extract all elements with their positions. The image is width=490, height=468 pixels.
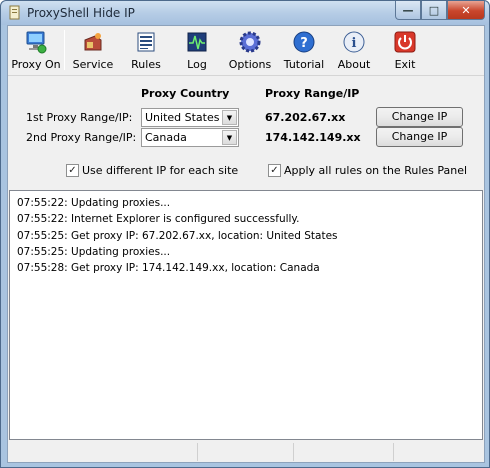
log-line: 07:55:22: Internet Explorer is configure… [17,213,300,226]
tutorial-button[interactable]: ? Tutorial [282,29,326,73]
toolbar-label: Proxy On [11,58,61,71]
window-title: ProxyShell Hide IP [27,6,135,20]
log-line: 07:55:28: Get proxy IP: 174.142.149.xx, … [17,262,320,275]
close-button[interactable]: ✕ [447,1,485,20]
computer-network-icon [26,31,47,54]
toolbar-label: Exit [394,58,416,71]
checkbox-box[interactable]: ✓ [66,164,79,177]
about-button[interactable]: i About [334,29,374,73]
toolbar-label: Log [187,58,207,71]
toolbar-label: Rules [131,58,161,71]
toolbar-label: Options [228,58,272,71]
rules-button[interactable]: Rules [126,29,166,73]
gear-icon [239,31,261,53]
different-ip-checkbox[interactable]: ✓ Use different IP for each site [66,164,238,177]
change-ip-button[interactable]: Change IP [376,127,463,147]
row-label: 1st Proxy Range/IP: [26,111,133,124]
toolbar-label: About [337,58,371,71]
log-icon [187,32,207,52]
country-select-value: United States [145,111,220,124]
status-segment [394,443,482,461]
options-button[interactable]: Options [228,29,272,73]
svg-text:?: ? [300,36,308,51]
log-line: 07:55:22: Updating proxies... [17,197,171,209]
log-line: 07:55:25: Get proxy IP: 67.202.67.xx, lo… [17,229,338,242]
rules-icon [137,32,155,52]
client-area: Proxy On Service Rules Log Options ? Tut… [7,25,485,463]
proxy-range-header: Proxy Range/IP [265,87,360,100]
exit-button[interactable]: Exit [388,29,422,73]
apply-rules-checkbox[interactable]: ✓ Apply all rules on the Rules Panel [268,164,467,177]
info-icon: i [343,31,365,53]
row-label: 2nd Proxy Range/IP: [26,131,137,144]
proxy-ip-value: 67.202.67.xx [265,111,346,124]
service-button[interactable]: Service [70,29,116,73]
maximize-button[interactable]: □ [421,1,447,20]
minimize-button[interactable]: — [395,1,421,20]
checkbox-label: Apply all rules on the Rules Panel [284,164,468,177]
service-icon [84,33,102,51]
app-window: ProxyShell Hide IP — □ ✕ Proxy On Servic… [0,0,490,468]
status-segment [198,443,294,461]
checkbox-box[interactable]: ✓ [268,164,281,177]
status-segment [294,443,394,461]
status-bar [8,442,484,462]
toolbar: Proxy On Service Rules Log Options ? Tut… [8,26,484,76]
country-select[interactable]: United States ▼ [141,108,239,127]
change-ip-button[interactable]: Change IP [376,107,463,127]
app-icon [9,5,20,20]
proxy-on-button[interactable]: Proxy On [10,29,62,73]
help-icon: ? [293,31,315,53]
log-panel[interactable]: 07:55:22: Updating proxies... 07:55:22: … [9,190,483,440]
title-bar[interactable]: ProxyShell Hide IP — □ ✕ [1,1,489,25]
checkbox-label: Use different IP for each site [82,164,239,177]
toolbar-separator [64,30,65,70]
proxy-ip-value: 174.142.149.xx [265,131,361,144]
toolbar-label: Tutorial [283,58,325,71]
toolbar-label: Service [72,58,114,71]
proxy-country-header: Proxy Country [141,87,230,100]
status-segment [8,443,198,461]
log-button[interactable]: Log [180,29,214,73]
country-select-value: Canada [145,131,187,144]
chevron-down-icon[interactable]: ▼ [222,110,237,125]
country-select[interactable]: Canada ▼ [141,128,239,147]
log-line: 07:55:25: Updating proxies... [17,245,171,258]
power-icon [394,31,416,53]
svg-text:i: i [352,36,357,51]
chevron-down-icon[interactable]: ▼ [222,130,237,145]
